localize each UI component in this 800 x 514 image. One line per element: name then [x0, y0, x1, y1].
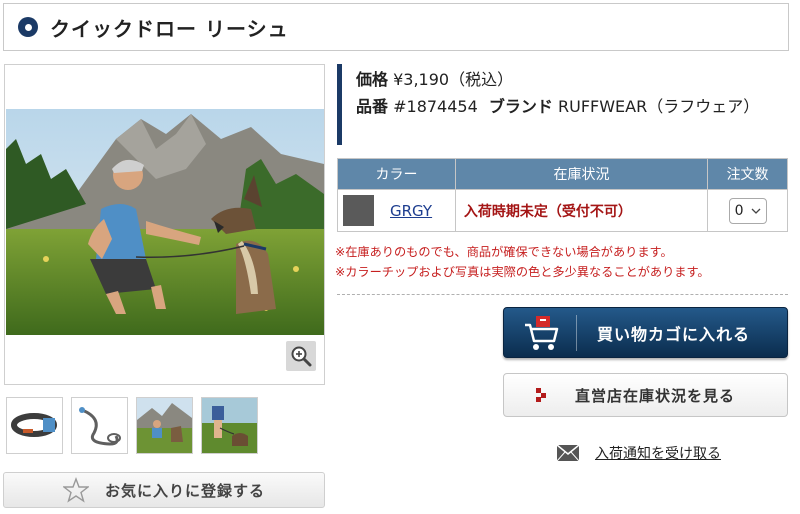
store-stock-label: 直営店在庫状況を見る	[575, 386, 736, 405]
table-row: GRGY 入荷時期未定（受付不可） 0	[337, 189, 788, 232]
product-info-block: 価格 ¥3,190（税込） 品番 #1874454 ブランド RUFFWEAR（…	[337, 64, 787, 145]
brand-label: ブランド	[488, 97, 553, 116]
sku-label: 品番	[356, 97, 389, 116]
thumbnail-outdoor-scene[interactable]	[136, 397, 193, 454]
thumbnail-walking-dog[interactable]	[201, 397, 258, 454]
star-icon	[62, 477, 89, 503]
mail-icon	[557, 445, 579, 461]
restock-notify-link[interactable]: 入荷通知を受け取る	[557, 443, 721, 463]
main-product-image-frame	[4, 64, 325, 385]
cart-button-separator	[576, 314, 577, 351]
store-stock-button[interactable]: 直営店在庫状況を見る	[503, 373, 788, 417]
product-title-bar: クイックドロー リーシュ	[3, 3, 789, 51]
header-quantity: 注文数	[707, 158, 788, 190]
price-value: ¥3,190（税込）	[393, 70, 514, 89]
header-color: カラー	[337, 158, 456, 190]
header-stock-status: 在庫状況	[454, 158, 709, 190]
color-swatch[interactable]	[343, 195, 374, 226]
quantity-value: 0	[734, 202, 744, 219]
stock-table: カラー 在庫状況 注文数 GRGY 入荷時期未定（受付不可） 0	[337, 158, 788, 232]
brand-value: RUFFWEAR（ラフウェア）	[557, 97, 760, 116]
color-name-link[interactable]: GRGY	[390, 202, 432, 220]
store-marker-icon	[536, 388, 550, 402]
price-label: 価格	[356, 70, 389, 89]
stock-status: 入荷時期未定（受付不可）	[454, 189, 709, 232]
sku-value: #1874454	[393, 97, 478, 116]
thumbnail-leash[interactable]	[71, 397, 128, 454]
zoom-in-icon	[291, 346, 312, 367]
note-item: ※在庫ありのものでも、商品が確保できない場合があります。	[335, 245, 673, 259]
add-to-favorites-label: お気に入りに登録する	[104, 481, 265, 500]
stock-table-header: カラー 在庫状況 注文数	[337, 158, 788, 190]
price-line: 価格 ¥3,190（税込）	[356, 66, 787, 93]
thumbnail-strip	[6, 397, 258, 454]
chevron-down-icon	[751, 208, 761, 214]
note-item: ※カラーチップおよび写真は実際の色と多少異なることがあります。	[335, 265, 710, 279]
product-title: クイックドロー リーシュ	[50, 16, 289, 41]
zoom-button[interactable]	[286, 341, 316, 371]
quantity-select[interactable]: 0	[728, 197, 767, 224]
notes: ※在庫ありのものでも、商品が確保できない場合があります。 ※カラーチップおよび写…	[335, 242, 790, 282]
add-to-cart-label: 買い物カゴに入れる	[597, 324, 751, 344]
color-cell: GRGY	[337, 189, 456, 232]
product-photo[interactable]	[6, 109, 324, 335]
circle-bullet-icon	[18, 17, 38, 37]
sku-brand-line: 品番 #1874454 ブランド RUFFWEAR（ラフウェア）	[356, 93, 787, 120]
quantity-cell: 0	[707, 189, 788, 232]
divider	[337, 294, 788, 295]
add-to-favorites-button[interactable]: お気に入りに登録する	[3, 472, 325, 508]
thumbnail-collar[interactable]	[6, 397, 63, 454]
restock-notify-label: 入荷通知を受け取る	[595, 446, 721, 462]
add-to-cart-button[interactable]: 買い物カゴに入れる	[503, 307, 788, 358]
shopping-cart-icon	[520, 311, 564, 355]
